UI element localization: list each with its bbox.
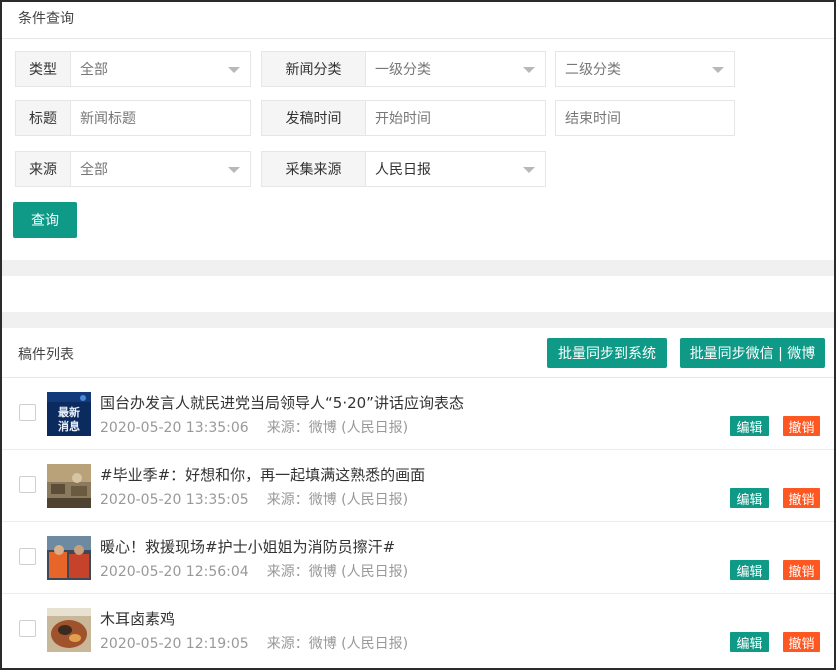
list-item: 暖心！救援现场#护士小姐姐为消防员擦汗# 2020-05-20 12:56:04… xyxy=(2,522,834,594)
list-item: #毕业季#：好想和你，再一起填满这熟悉的画面 2020-05-20 13:35:… xyxy=(2,450,834,522)
collect-source-value: 人民日报 xyxy=(375,162,431,178)
divider xyxy=(2,38,834,39)
revoke-button[interactable]: 撤销 xyxy=(783,488,820,508)
chevron-down-icon xyxy=(712,67,724,73)
item-meta: 2020-05-20 12:56:04 来源：微博 (人民日报) xyxy=(100,561,408,581)
item-checkbox[interactable] xyxy=(19,620,36,637)
item-headline[interactable]: 国台办发言人就民进党当局领导人“5·20”讲话应询表态 xyxy=(100,392,464,413)
query-button[interactable]: 查询 xyxy=(13,202,77,238)
list-item: 木耳卤素鸡 2020-05-20 12:19:05 来源：微博 (人民日报) 编辑… xyxy=(2,594,834,666)
collect-source-label: 采集来源 xyxy=(262,152,366,186)
news-category-label: 新闻分类 xyxy=(262,52,366,86)
type-label: 类型 xyxy=(16,52,71,86)
headline-input[interactable]: 新闻标题 xyxy=(71,101,250,135)
item-meta: 2020-05-20 12:19:05 来源：微博 (人民日报) xyxy=(100,633,408,653)
publish-time-filter: 发稿时间 开始时间 xyxy=(261,100,546,136)
item-source: 来源：微博 (人民日报) xyxy=(266,636,409,652)
item-time: 2020-05-20 12:56:04 xyxy=(100,564,249,580)
category-level1-select[interactable]: 一级分类 xyxy=(366,52,545,86)
thumb-text-2: 消息 xyxy=(58,419,80,433)
item-checkbox[interactable] xyxy=(19,476,36,493)
item-time: 2020-05-20 13:35:06 xyxy=(100,420,249,436)
end-time-placeholder: 结束时间 xyxy=(565,111,621,127)
start-time-placeholder: 开始时间 xyxy=(375,111,431,127)
category-level2-placeholder: 二级分类 xyxy=(565,62,621,78)
classroom-photo-icon xyxy=(47,464,91,508)
food-photo-icon xyxy=(47,608,91,652)
item-source: 来源：微博 (人民日报) xyxy=(266,564,409,580)
section-spacer xyxy=(2,260,834,276)
headline-filter: 标题 新闻标题 xyxy=(15,100,251,136)
revoke-button[interactable]: 撤销 xyxy=(783,416,820,436)
chevron-down-icon xyxy=(228,67,240,73)
type-select[interactable]: 全部 xyxy=(71,52,250,86)
sync-wechat-weibo-button[interactable]: 批量同步微信 | 微博 xyxy=(680,338,825,368)
sync-to-system-button[interactable]: 批量同步到系统 xyxy=(547,338,667,368)
item-meta: 2020-05-20 13:35:05 来源：微博 (人民日报) xyxy=(100,489,408,509)
item-headline[interactable]: 木耳卤素鸡 xyxy=(100,608,175,629)
edit-button[interactable]: 编辑 xyxy=(730,488,769,508)
edit-button[interactable]: 编辑 xyxy=(730,416,769,436)
item-source: 来源：微博 (人民日报) xyxy=(266,420,409,436)
start-time-input[interactable]: 开始时间 xyxy=(366,101,545,135)
section-spacer xyxy=(2,312,834,328)
edit-button[interactable]: 编辑 xyxy=(730,560,769,580)
item-source: 来源：微博 (人民日报) xyxy=(266,492,409,508)
revoke-button[interactable]: 撤销 xyxy=(783,632,820,652)
chevron-down-icon xyxy=(523,67,535,73)
collect-source-select[interactable]: 人民日报 xyxy=(366,152,545,186)
chevron-down-icon xyxy=(523,167,535,173)
news-category-filter: 新闻分类 一级分类 xyxy=(261,51,546,87)
revoke-button[interactable]: 撤销 xyxy=(783,560,820,580)
chevron-down-icon xyxy=(228,167,240,173)
list-panel-title: 稿件列表 xyxy=(18,347,74,363)
source-value: 全部 xyxy=(80,162,108,178)
item-headline[interactable]: 暖心！救援现场#护士小姐姐为消防员擦汗# xyxy=(100,536,395,557)
category-level1-value: 一级分类 xyxy=(375,62,431,78)
source-filter: 来源 全部 xyxy=(15,151,251,187)
type-filter: 类型 全部 xyxy=(15,51,251,87)
item-checkbox[interactable] xyxy=(19,548,36,565)
source-select[interactable]: 全部 xyxy=(71,152,250,186)
item-time: 2020-05-20 13:35:05 xyxy=(100,492,249,508)
news-thumbnail-icon: 最新 消息 xyxy=(47,392,91,436)
end-time-input[interactable]: 结束时间 xyxy=(555,100,735,136)
item-checkbox[interactable] xyxy=(19,404,36,421)
edit-button[interactable]: 编辑 xyxy=(730,632,769,652)
item-headline[interactable]: #毕业季#：好想和你，再一起填满这熟悉的画面 xyxy=(100,464,425,485)
thumb-text-1: 最新 xyxy=(58,405,80,419)
publish-time-label: 发稿时间 xyxy=(262,101,366,135)
headline-label: 标题 xyxy=(16,101,71,135)
list-item: 最新 消息 国台办发言人就民进党当局领导人“5·20”讲话应询表态 2020-0… xyxy=(2,378,834,450)
filter-panel-title: 条件查询 xyxy=(18,11,74,27)
item-meta: 2020-05-20 13:35:06 来源：微博 (人民日报) xyxy=(100,417,408,437)
app-window: 条件查询 类型 全部 新闻分类 一级分类 二级分类 标题 新闻标题 发稿时间 开… xyxy=(0,0,836,670)
headline-placeholder: 新闻标题 xyxy=(80,111,136,127)
type-value: 全部 xyxy=(80,62,108,78)
collect-source-filter: 采集来源 人民日报 xyxy=(261,151,546,187)
rescue-photo-icon xyxy=(47,536,91,580)
source-label: 来源 xyxy=(16,152,71,186)
item-time: 2020-05-20 12:19:05 xyxy=(100,636,249,652)
category-level2-select[interactable]: 二级分类 xyxy=(555,51,735,87)
